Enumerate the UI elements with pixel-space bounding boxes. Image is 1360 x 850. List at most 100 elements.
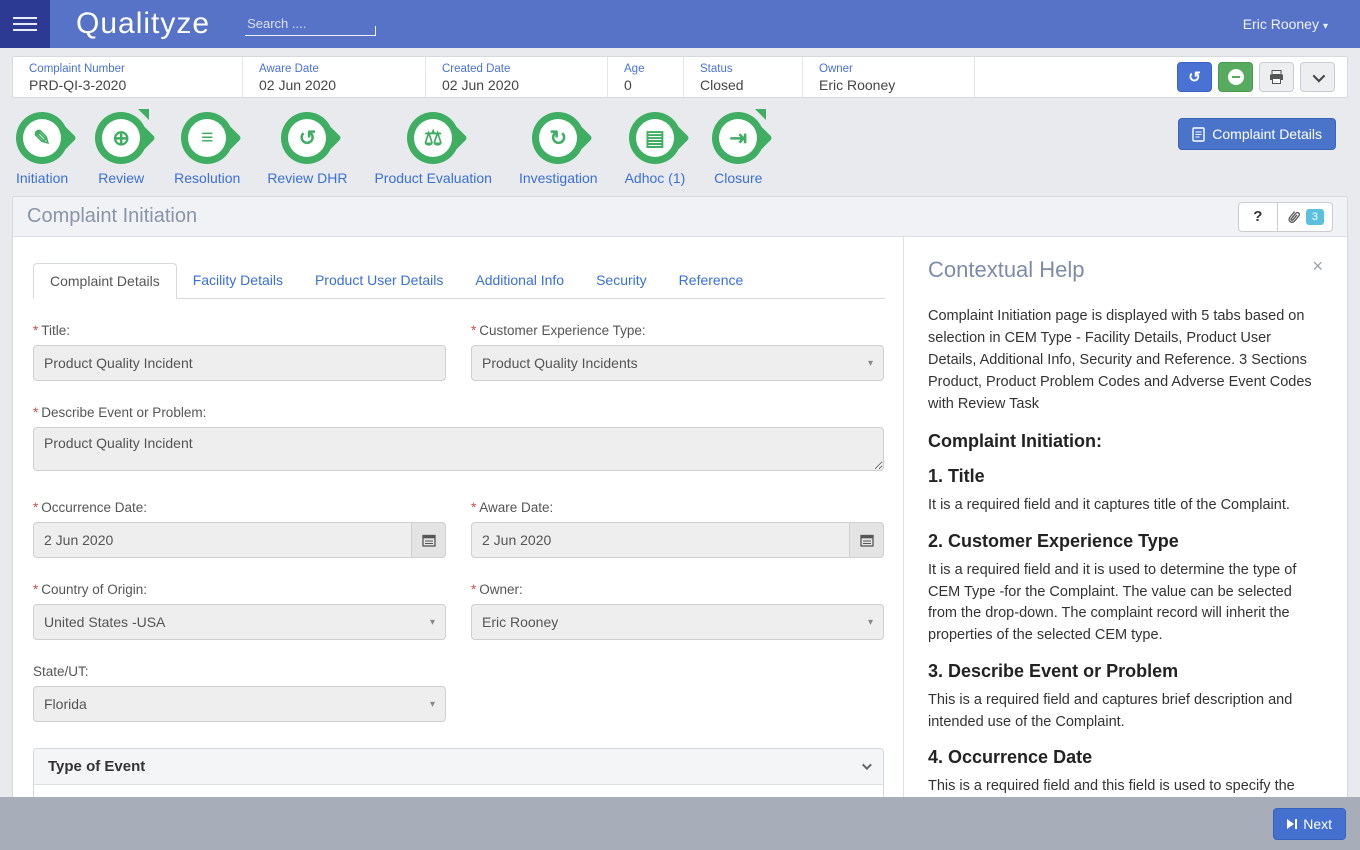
remove-button[interactable] — [1218, 62, 1253, 92]
tab-bar: Complaint DetailsFacility DetailsProduct… — [33, 263, 885, 299]
field-customer-experience-type: *Customer Experience Type: Product Quali… — [471, 323, 884, 381]
record-field-label: Owner — [819, 62, 966, 76]
contextual-help-title: Contextual Help — [928, 257, 1085, 283]
step-glyph: ↻ — [539, 119, 577, 157]
hamburger-menu-icon[interactable] — [0, 0, 50, 48]
chevron-down-icon: ▾ — [868, 617, 873, 628]
history-button[interactable]: ↺ — [1177, 62, 1212, 92]
chevron-down-icon: ▾ — [868, 358, 873, 369]
step-glyph: ⇥ — [719, 119, 757, 157]
step-glyph: ≡ — [188, 119, 226, 157]
document-icon — [1192, 127, 1205, 142]
footer-bar: Next — [0, 797, 1360, 850]
customer-experience-type-select[interactable]: Product Quality Incidents▾ — [471, 345, 884, 381]
workflow-step-review-dhr[interactable]: ↺Review DHR — [267, 112, 347, 186]
describe-event-label: Describe Event or Problem: — [41, 405, 206, 420]
tab-complaint-details[interactable]: Complaint Details — [33, 263, 177, 299]
tab-product-user-details[interactable]: Product User Details — [299, 263, 459, 299]
record-field-label: Aware Date — [259, 62, 417, 76]
record-field: Age0 — [608, 57, 684, 97]
review-icon: ⊕ — [95, 112, 147, 164]
workflow-step-investigation[interactable]: ↻ Investigation — [519, 112, 598, 186]
help-section-heading: 3. Describe Event or Problem — [928, 661, 1323, 682]
workflow-step-review[interactable]: ⊕ Review — [95, 112, 147, 186]
workflow-step-product-evaluation[interactable]: ⚖Product Evaluation — [374, 112, 492, 186]
owner-select[interactable]: Eric Rooney▾ — [471, 604, 884, 640]
step-glyph: ⊕ — [102, 119, 140, 157]
workflow-row: ✎Initiation ⊕ Review ≡Resolution ↺Review DHR… — [12, 112, 1348, 186]
occurrence-date-input[interactable]: 2 Jun 2020 — [33, 522, 412, 558]
calendar-icon — [860, 533, 874, 547]
resolution-icon: ≡ — [181, 112, 233, 164]
print-icon — [1269, 70, 1284, 84]
record-field: Complaint NumberPRD-QI-3-2020 — [13, 57, 243, 97]
complaint-details-label: Complaint Details — [1212, 126, 1322, 142]
country-of-origin-select[interactable]: United States -USA▾ — [33, 604, 446, 640]
record-field-label: Status — [700, 62, 794, 76]
complaint-details-button[interactable]: Complaint Details — [1178, 118, 1336, 150]
attachments-button[interactable]: 3 — [1278, 202, 1333, 232]
tab-reference[interactable]: Reference — [663, 263, 760, 299]
help-sections: 1. TitleIt is a required field and it ca… — [928, 466, 1323, 850]
chevron-down-icon: ▾ — [430, 617, 435, 628]
record-field-label: Age — [624, 62, 675, 76]
field-title: *Title: Product Quality Incident — [33, 323, 446, 381]
next-button[interactable]: Next — [1273, 808, 1346, 840]
workflow-steps: ✎Initiation ⊕ Review ≡Resolution ↺Review DHR… — [12, 112, 764, 186]
user-name: Eric Rooney — [1243, 16, 1319, 32]
aware-date-input[interactable]: 2 Jun 2020 — [471, 522, 850, 558]
form-column: Complaint DetailsFacility DetailsProduct… — [13, 237, 903, 850]
next-label: Next — [1303, 816, 1332, 832]
search-underline-tick — [375, 26, 376, 35]
close-icon[interactable]: × — [1312, 257, 1323, 275]
field-country-of-origin: *Country of Origin: United States -USA▾ — [33, 582, 446, 640]
workflow-step-adhoc-1[interactable]: ▤Adhoc (1) — [625, 112, 686, 186]
aware-date-calendar-button[interactable] — [850, 522, 884, 558]
workflow-step-label: Review DHR — [267, 170, 347, 186]
state-ut-select[interactable]: Florida▾ — [33, 686, 446, 722]
step-corner-fold — [755, 109, 766, 120]
search-box[interactable] — [245, 12, 376, 36]
more-actions-button[interactable] — [1300, 62, 1335, 92]
aware-date-label: Aware Date: — [479, 500, 553, 515]
help-section-heading: 4. Occurrence Date — [928, 747, 1323, 768]
remove-circle-icon — [1228, 69, 1244, 85]
workflow-step-closure[interactable]: ⇥Closure — [712, 112, 764, 186]
workflow-step-initiation[interactable]: ✎Initiation — [16, 112, 68, 186]
field-describe-event: *Describe Event or Problem: — [33, 405, 884, 476]
help-button[interactable]: ? — [1238, 202, 1278, 232]
tab-additional-info[interactable]: Additional Info — [459, 263, 580, 299]
occurrence-date-calendar-button[interactable] — [412, 522, 446, 558]
contextual-help-panel: Contextual Help × Complaint Initiation p… — [903, 237, 1347, 850]
panel-header: Complaint Initiation ? 3 — [13, 197, 1347, 237]
complaint-initiation-panel: Complaint Initiation ? 3 Complaint Detai… — [12, 196, 1348, 850]
search-input[interactable] — [245, 12, 375, 35]
question-icon: ? — [1253, 208, 1262, 225]
title-input[interactable]: Product Quality Incident — [33, 345, 446, 381]
panel-tools: ? 3 — [1238, 202, 1333, 232]
tab-facility-details[interactable]: Facility Details — [177, 263, 299, 299]
help-section-body: It is a required field and it is used to… — [928, 560, 1323, 647]
state-ut-label: State/UT: — [33, 664, 89, 679]
user-menu[interactable]: Eric Rooney ▾ — [1243, 16, 1328, 32]
field-aware-date: *Aware Date: 2 Jun 2020 — [471, 500, 884, 558]
workflow-step-resolution[interactable]: ≡Resolution — [174, 112, 240, 186]
customer-experience-type-label: Customer Experience Type: — [479, 323, 645, 338]
chevron-down-icon: ▾ — [430, 699, 435, 710]
record-field-value: 0 — [624, 76, 675, 94]
describe-event-textarea[interactable] — [33, 427, 884, 471]
chevron-down-icon: ▾ — [1323, 21, 1328, 32]
tab-security[interactable]: Security — [580, 263, 663, 299]
help-intro: Complaint Initiation page is displayed w… — [928, 305, 1323, 415]
record-field-value: Eric Rooney — [819, 76, 966, 94]
workflow-step-label: Review — [98, 170, 144, 186]
workflow-step-label: Investigation — [519, 170, 598, 186]
print-button[interactable] — [1259, 62, 1294, 92]
type-of-event-header[interactable]: Type of Event — [34, 749, 883, 785]
help-section-heading: 2. Customer Experience Type — [928, 531, 1323, 552]
step-glyph: ⚖ — [414, 119, 452, 157]
step-glyph: ▤ — [636, 119, 674, 157]
calendar-icon — [422, 533, 436, 547]
record-field: StatusClosed — [684, 57, 803, 97]
record-field-label: Complaint Number — [29, 62, 234, 76]
